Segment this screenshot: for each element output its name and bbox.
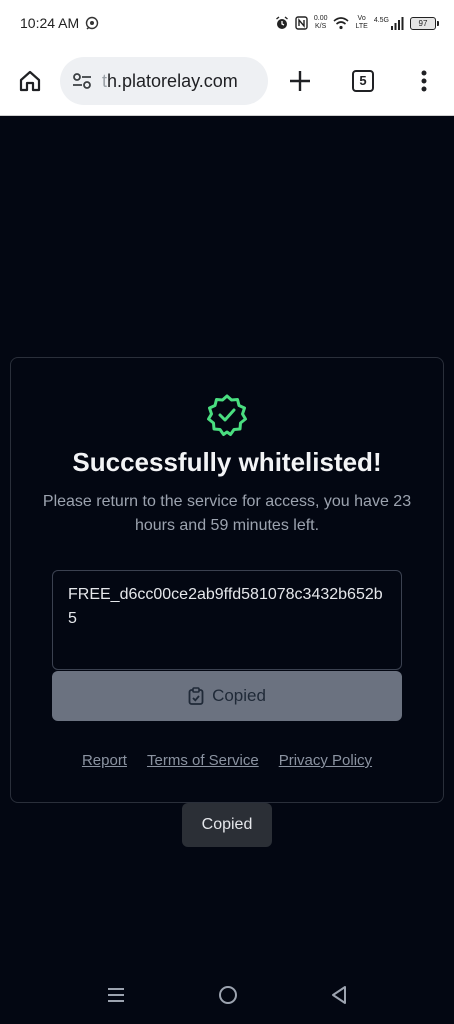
wifi-icon <box>333 16 350 30</box>
new-tab-button[interactable] <box>270 46 330 116</box>
terms-of-service-link[interactable]: Terms of Service <box>147 752 259 769</box>
menu-button[interactable] <box>394 46 454 116</box>
recent-apps-button[interactable] <box>106 986 126 1009</box>
whatsapp-icon <box>85 16 99 30</box>
url-text: th.platorelay.com <box>102 71 238 92</box>
report-link[interactable]: Report <box>82 752 127 769</box>
network-speed-unit: K/S <box>315 23 327 30</box>
back-triangle-icon <box>332 985 346 1004</box>
clipboard-check-icon <box>188 687 204 705</box>
page-subtitle: Please return to the service for access,… <box>42 493 412 534</box>
address-bar[interactable]: th.platorelay.com <box>60 57 268 105</box>
system-nav-bar <box>0 970 454 1024</box>
network-speed-value: 0.00 <box>313 15 328 22</box>
circle-home-icon <box>219 985 237 1004</box>
battery-level: 97 <box>418 18 428 28</box>
status-time: 10:24 AM <box>20 15 80 31</box>
copy-button-label: Copied <box>212 686 266 705</box>
nfc-icon <box>295 16 308 30</box>
privacy-policy-link[interactable]: Privacy Policy <box>279 752 372 769</box>
tab-count: 5 <box>352 69 374 92</box>
home-button[interactable] <box>0 46 60 116</box>
copy-button[interactable]: Copied <box>52 671 402 721</box>
back-nav-button[interactable] <box>330 985 348 1010</box>
alarm-icon <box>275 16 289 30</box>
verified-badge-icon <box>205 393 249 437</box>
volte-top: Vo <box>357 15 366 22</box>
more-vert-icon <box>421 70 427 91</box>
signal-icon: 4.5G <box>373 16 404 30</box>
url-main: h.platorelay.com <box>107 70 238 91</box>
volte-bottom: LTE <box>355 23 368 30</box>
battery-indicator: 97 <box>410 16 439 30</box>
network-type: 4.5G <box>373 16 389 24</box>
home-nav-button[interactable] <box>218 985 238 1010</box>
status-bar: 10:24 AM 0.00 K/S Vo LTE 4.5G 97 <box>0 0 454 46</box>
footer-links: Report Terms of Service Privacy Policy <box>0 752 454 769</box>
tab-switcher-button[interactable]: 5 <box>333 46 393 116</box>
network-speed: 0.00 K/S <box>314 15 328 31</box>
page-title: Successfully whitelisted! <box>72 447 382 477</box>
home-icon <box>19 70 41 91</box>
volte-indicator: Vo LTE <box>355 15 367 31</box>
menu-lines-icon <box>108 987 124 1002</box>
key-field[interactable]: FREE_d6cc00ce2ab9ffd581078c3432b652b5 <box>52 570 402 670</box>
browser-toolbar: th.platorelay.com 5 <box>0 46 454 116</box>
site-settings-icon[interactable] <box>72 72 92 90</box>
copied-toast: Copied <box>182 803 272 847</box>
plus-icon <box>290 70 310 91</box>
